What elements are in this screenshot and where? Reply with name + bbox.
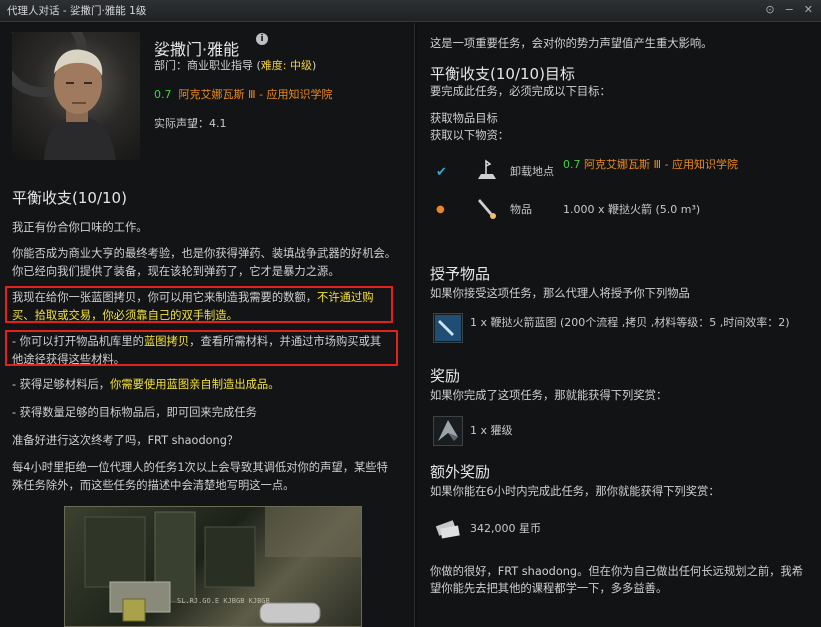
blueprint-copy-link[interactable]: 蓝图拷贝	[144, 335, 189, 348]
window-titlebar: 代理人对话 - 娑撒门·雅能 1级 ⊙ − ✕	[0, 0, 821, 22]
granted-items-subtitle: 如果你接受这项任务，那么代理人将授予你下列物品	[430, 287, 690, 300]
mission-illustration: SL.RJ.GO.E KJBGB KJBGB	[64, 506, 362, 627]
objective-dropoff-value[interactable]: 0.7 阿克艾娜瓦斯 Ⅲ - 应用知识学院	[563, 157, 763, 173]
isk-icon	[433, 513, 463, 543]
dropoff-location-link[interactable]: 阿克艾娜瓦斯 Ⅲ - 应用知识学院	[584, 158, 738, 171]
illustration-caption: SL.RJ.GO.E KJBGB KJBGB	[177, 597, 270, 605]
step2-text: - 获得足够材料后，	[12, 378, 111, 391]
mission-text-rule: 我现在给你一张蓝图拷贝，你可以用它来制造我需要的数额，不许通过购买、拾取或交易，…	[12, 289, 390, 325]
mission-illustration-image: SL.RJ.GO.E KJBGB KJBGB	[84, 507, 361, 624]
mission-text-intro: 我正有份合你口味的工作。	[12, 221, 148, 234]
acquire-objective-subtitle: 获取以下物资：	[430, 129, 510, 142]
closing-text: 你做的很好，FRT shaodong。但在你为自己做出任何长远规划之前，我希望你…	[430, 565, 804, 595]
blueprint-icon-image	[435, 315, 461, 341]
difficulty-label: 难度: 中级	[260, 59, 312, 72]
mission-text-story: 你能否成为商业大亨的最终考验，也是你获得弹药、装填战争武器的好机会。你已经向我们…	[12, 247, 397, 278]
objective-dropoff-label: 卸载地点	[510, 165, 554, 178]
objective-item-label: 物品	[510, 203, 532, 216]
window-controls: ⊙ − ✕	[765, 3, 813, 16]
rule-text: 我现在给你一张蓝图拷贝，你可以用它来制造我需要的数额，	[12, 291, 318, 304]
security-status: 0.7	[154, 88, 172, 101]
agent-standing: 实际声望：4.1	[154, 117, 227, 130]
completed-check-icon: ✔	[436, 165, 447, 180]
objective-row-item[interactable]: ● 物品 1.000 x 鞭挞火箭 (5.0 m³)	[430, 195, 810, 229]
dropoff-security: 0.7	[563, 158, 581, 171]
info-icon[interactable]: i	[256, 33, 268, 45]
granted-items-title: 授予物品	[430, 265, 491, 283]
mission-title: 平衡收支(10/10)	[12, 189, 127, 207]
mission-text-question: 准备好进行这次终考了吗，FRT shaodong？	[12, 434, 239, 447]
reward-item-text: 1 x 獾级	[470, 424, 513, 437]
mission-text-step1: - 你可以打开物品机库里的蓝图拷贝，查看所需材料，并通过市场购买或其他途径获得这…	[12, 333, 392, 369]
acquire-objective-title: 获取物品目标	[430, 112, 498, 125]
department-suffix: )	[312, 59, 317, 72]
mission-text-step2: - 获得足够材料后，你需要使用蓝图亲自制造出成品。	[12, 376, 397, 394]
agent-department: 部门：商业职业指导 (难度: 中级)	[154, 57, 316, 73]
mission-briefing-pane[interactable]: 娑撒门·雅能 i 部门：商业职业指导 (难度: 中级) 0.7 阿克艾娜瓦斯 Ⅲ…	[0, 23, 415, 627]
department-label: 部门：商业职业指导 (	[154, 59, 261, 72]
step1-text: - 你可以打开物品机库里的	[12, 335, 144, 348]
isk-icon-image	[435, 520, 460, 539]
agent-location[interactable]: 0.7 阿克艾娜瓦斯 Ⅲ - 应用知识学院	[154, 86, 333, 102]
agent-portrait	[12, 32, 140, 160]
bonus-reward-subtitle: 如果你能在6小时内完成此任务，那你就能获得下列奖赏：	[430, 485, 720, 498]
mission-text-warning: 每4小时里拒绝一位代理人的任务1次以上会导致其调低对你的声望，某些特殊任务除外，…	[12, 461, 388, 492]
reward-title: 奖励	[430, 367, 461, 385]
bonus-item-text: 342,000 星币	[470, 522, 541, 535]
granted-item-text: 1 x 鞭挞火箭蓝图 (200个流程 ,拷贝 ,材料等级：5 ,时间效率：2)	[470, 316, 790, 329]
step2-emphasis: 你需要使用蓝图亲自制造出成品。	[110, 378, 280, 391]
objectives-title: 平衡收支(10/10)目标	[430, 65, 575, 83]
ship-icon[interactable]	[433, 416, 463, 446]
objectives-pane[interactable]: 这是一项重要任务，会对你的势力声望值产生重大影响。 平衡收支(10/10)目标 …	[417, 23, 821, 627]
window-title: 代理人对话 - 娑撒门·雅能 1级	[7, 5, 147, 17]
location-link[interactable]: 阿克艾娜瓦斯 Ⅲ - 应用知识学院	[179, 88, 333, 101]
objectives-subtitle: 要完成此任务，必须完成以下目标：	[430, 85, 611, 98]
rocket-icon	[478, 199, 496, 219]
window-pin-icon[interactable]: ⊙	[765, 3, 774, 16]
agent-portrait-image	[12, 32, 116, 160]
importance-note: 这是一项重要任务，会对你的势力声望值产生重大影响。	[430, 37, 713, 50]
close-icon[interactable]: ✕	[804, 3, 813, 16]
pending-dot-icon: ●	[436, 204, 445, 215]
objective-item-value[interactable]: 1.000 x 鞭挞火箭 (5.0 m³)	[563, 201, 700, 217]
dropoff-location-icon	[478, 159, 496, 179]
bonus-reward-title: 额外奖励	[430, 463, 491, 481]
minimize-icon[interactable]: −	[785, 3, 794, 16]
mission-text-step3: - 获得数量足够的目标物品后，即可回来完成任务	[12, 406, 257, 419]
blueprint-icon[interactable]	[433, 313, 463, 343]
ship-icon-image	[438, 420, 458, 441]
reward-subtitle: 如果你完成了这项任务，那就能获得下列奖赏：	[430, 389, 668, 402]
objective-row-dropoff[interactable]: ✔ 卸载地点 0.7 阿克艾娜瓦斯 Ⅲ - 应用知识学院	[430, 157, 810, 191]
